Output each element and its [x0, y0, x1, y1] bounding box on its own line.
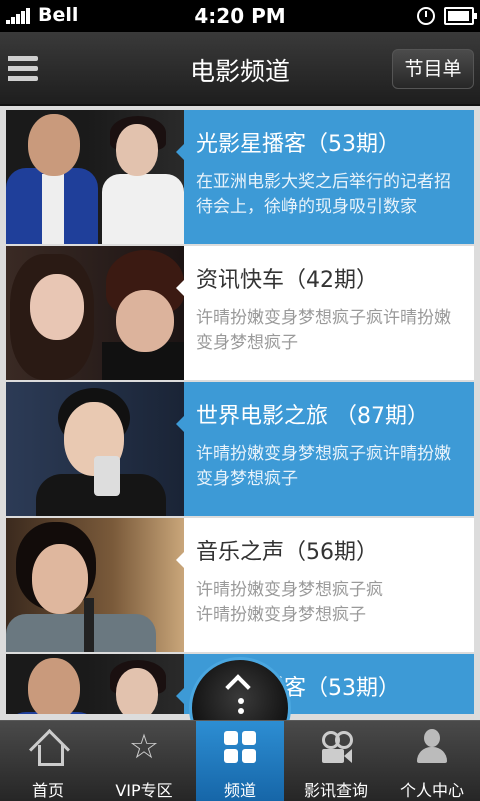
item-text: 音乐之声（56期） 许晴扮嫩变身梦想疯子疯 许晴扮嫩变身梦想疯子: [176, 518, 474, 652]
list-item[interactable]: 世界电影之旅 （87期） 许晴扮嫩变身梦想疯子疯许晴扮嫩变身梦想疯子: [6, 382, 474, 516]
item-text: 世界电影之旅 （87期） 许晴扮嫩变身梦想疯子疯许晴扮嫩变身梦想疯子: [176, 382, 474, 516]
app-header: 电影频道 节目单: [0, 32, 480, 106]
star-icon: ☆: [128, 727, 160, 767]
item-description: 许晴扮嫩变身梦想疯子疯许晴扮嫩变身梦想疯子: [196, 444, 451, 489]
item-title: 光影星播客（53期）: [196, 132, 400, 157]
schedule-button[interactable]: 节目单: [392, 49, 474, 89]
thumbnail-image: [6, 518, 184, 652]
tab-home[interactable]: 首页: [0, 721, 96, 801]
tab-vip[interactable]: ☆ VIP专区: [96, 721, 192, 801]
item-description: 许晴扮嫩变身梦想疯子疯 许晴扮嫩变身梦想疯子: [196, 580, 383, 625]
program-list: 光影星播客（53期） 在亚洲电影大奖之后举行的记者招待会上，徐峥的现身吸引数家 …: [6, 110, 474, 716]
thumbnail-image: [6, 110, 184, 244]
status-bar: Bell 4:20 PM: [0, 0, 480, 32]
user-icon: [414, 729, 450, 765]
tab-bar: 首页 ☆ VIP专区 频道 影讯查询 个人中心: [0, 720, 480, 801]
status-time: 4:20 PM: [194, 4, 286, 28]
alarm-icon: [417, 7, 435, 25]
battery-icon: [444, 7, 477, 25]
camera-icon: [318, 729, 354, 765]
list-item[interactable]: 资讯快车（42期） 许晴扮嫩变身梦想疯子疯许晴扮嫩变身梦想疯子: [6, 246, 474, 380]
list-item[interactable]: 音乐之声（56期） 许晴扮嫩变身梦想疯子疯 许晴扮嫩变身梦想疯子: [6, 518, 474, 652]
thumbnail-image: [6, 654, 184, 714]
tab-label: 个人中心: [399, 781, 464, 800]
item-description: 在亚洲电影大奖之后举行的记者招待会上，徐峥的现身吸引数家: [196, 172, 451, 217]
tab-channel[interactable]: 频道: [196, 721, 284, 801]
item-text: 光影星播客（53期） 在亚洲电影大奖之后举行的记者招待会上，徐峥的现身吸引数家: [176, 110, 474, 244]
tab-label: 频道: [223, 781, 256, 800]
tab-label: 影讯查询: [303, 781, 368, 800]
item-text: 资讯快车（42期） 许晴扮嫩变身梦想疯子疯许晴扮嫩变身梦想疯子: [176, 246, 474, 380]
thumbnail-image: [6, 246, 184, 380]
grid-icon: [222, 729, 258, 765]
item-title: 世界电影之旅 （87期）: [196, 404, 429, 429]
dots-icon: [238, 698, 244, 718]
item-description: 许晴扮嫩变身梦想疯子疯许晴扮嫩变身梦想疯子: [196, 308, 451, 353]
item-title: 音乐之声（56期）: [196, 540, 378, 565]
tab-showtimes[interactable]: 影讯查询: [288, 721, 384, 801]
thumbnail-image: [6, 382, 184, 516]
arrow-up-icon: [229, 672, 251, 694]
tab-label: VIP专区: [115, 781, 173, 800]
tab-label: 首页: [31, 781, 64, 800]
tab-profile[interactable]: 个人中心: [384, 721, 480, 801]
home-icon: [30, 729, 66, 766]
item-title: 资讯快车（42期）: [196, 268, 378, 293]
list-item[interactable]: 光影星播客（53期） 在亚洲电影大奖之后举行的记者招待会上，徐峥的现身吸引数家: [6, 110, 474, 244]
